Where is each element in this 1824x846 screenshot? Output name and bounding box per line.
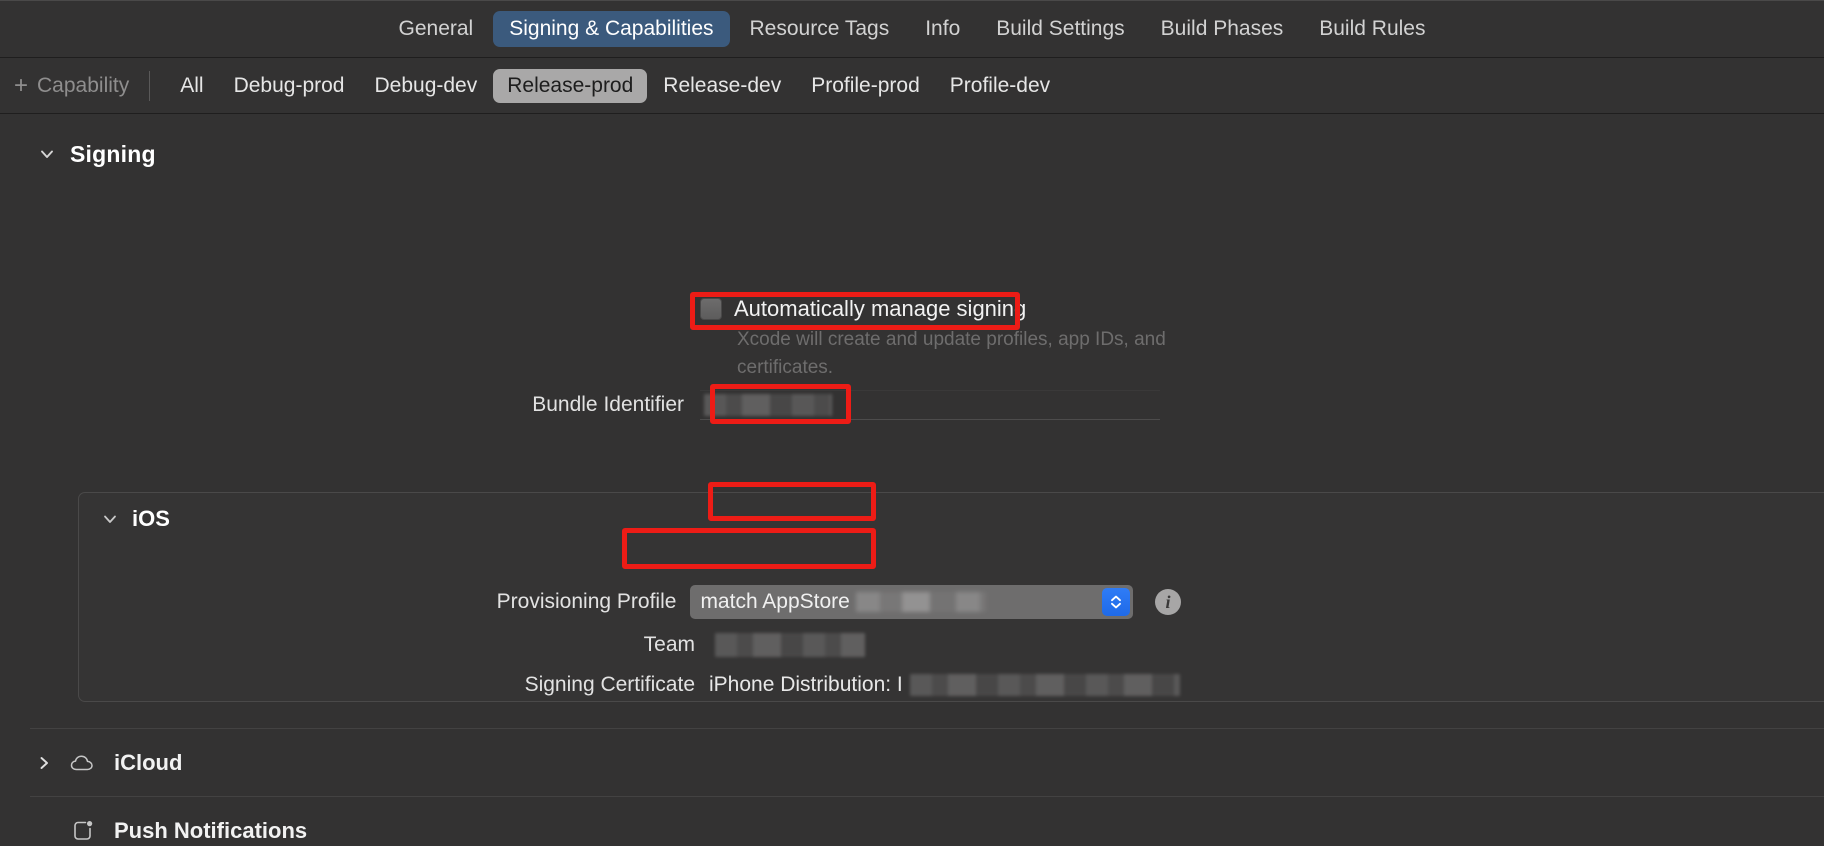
team-redacted-value — [715, 633, 865, 657]
chevron-down-icon[interactable] — [38, 145, 56, 163]
provisioning-profile-redacted-suffix — [855, 592, 986, 612]
signing-certificate-redacted-suffix — [909, 674, 1180, 696]
ios-group-header[interactable]: iOS — [79, 493, 1824, 532]
chevron-down-icon[interactable] — [101, 510, 119, 528]
xcode-signing-capabilities-pane: General Signing & Capabilities Resource … — [0, 0, 1824, 846]
provisioning-profile-popup-button[interactable]: match AppStore — [690, 585, 1133, 619]
tab-build-settings[interactable]: Build Settings — [980, 11, 1140, 47]
tab-build-phases[interactable]: Build Phases — [1145, 11, 1300, 47]
signing-section-title: Signing — [70, 140, 156, 167]
config-release-dev[interactable]: Release-dev — [649, 69, 795, 103]
cloud-icon — [68, 752, 98, 774]
bundle-identifier-input[interactable] — [700, 390, 1160, 420]
config-all[interactable]: All — [166, 69, 217, 103]
info-icon[interactable]: i — [1155, 589, 1181, 615]
provisioning-profile-label: Provisioning Profile — [496, 590, 677, 613]
ios-platform-group: iOS Provisioning Profile match AppStore … — [78, 492, 1824, 702]
bundle-identifier-redacted-value — [704, 394, 832, 416]
capability-row-icloud[interactable]: iCloud — [0, 729, 1824, 796]
signing-certificate-value: iPhone Distribution: I — [709, 673, 1180, 697]
plus-icon: + — [14, 71, 29, 99]
signing-certificate-text: iPhone Distribution: I — [709, 673, 903, 696]
push-notification-icon — [68, 818, 98, 844]
capability-label-push-notifications: Push Notifications — [114, 817, 308, 843]
config-profile-dev[interactable]: Profile-dev — [936, 69, 1064, 103]
tab-general[interactable]: General — [383, 11, 490, 47]
signing-section-header[interactable]: Signing — [0, 114, 1824, 172]
bundle-identifier-row: Bundle Identifier — [0, 390, 1180, 420]
configuration-list: All Debug-prod Debug-dev Release-prod Re… — [166, 68, 1064, 103]
config-debug-prod[interactable]: Debug-prod — [220, 69, 359, 103]
ios-group-title: iOS — [132, 506, 170, 531]
automatically-manage-signing-label: Automatically manage signing — [734, 296, 1027, 321]
add-capability-button[interactable]: + Capability — [14, 71, 149, 99]
capabilities-list: iCloud Push Notifications — [0, 728, 1824, 846]
tab-signing-capabilities[interactable]: Signing & Capabilities — [493, 10, 730, 47]
automatically-manage-signing-checkbox[interactable] — [700, 298, 722, 320]
signing-certificate-row: Signing Certificate iPhone Distribution:… — [79, 673, 1181, 697]
config-profile-prod[interactable]: Profile-prod — [797, 69, 934, 103]
tab-resource-tags[interactable]: Resource Tags — [734, 11, 906, 47]
automatically-manage-signing-row[interactable]: Automatically manage signing — [700, 296, 1026, 322]
chevron-right-icon[interactable] — [36, 754, 56, 772]
chevron-up-down-icon[interactable] — [1102, 588, 1130, 616]
capability-row-push-notifications[interactable]: Push Notifications — [0, 797, 1824, 846]
provisioning-profile-value: match AppStore — [700, 590, 850, 613]
tab-build-rules[interactable]: Build Rules — [1303, 11, 1441, 47]
capability-label-icloud: iCloud — [114, 749, 183, 775]
bundle-identifier-label: Bundle Identifier — [532, 393, 684, 416]
automatically-manage-signing-help-text: Xcode will create and update profiles, a… — [737, 329, 1166, 378]
signing-content: Signing Automatically manage signing Xco… — [0, 114, 1824, 843]
add-capability-label: Capability — [37, 73, 130, 97]
config-release-prod[interactable]: Release-prod — [493, 68, 648, 103]
team-label: Team — [643, 633, 695, 656]
configuration-filter-bar: + Capability All Debug-prod Debug-dev Re… — [0, 58, 1824, 114]
signing-certificate-label: Signing Certificate — [524, 673, 695, 696]
tab-info[interactable]: Info — [909, 11, 976, 47]
provisioning-profile-row: Provisioning Profile match AppStore i — [79, 585, 1181, 619]
project-editor-tab-bar: General Signing & Capabilities Resource … — [0, 0, 1824, 58]
configbar-divider — [149, 70, 151, 101]
config-debug-dev[interactable]: Debug-dev — [360, 69, 491, 103]
team-row: Team — [79, 633, 1181, 657]
